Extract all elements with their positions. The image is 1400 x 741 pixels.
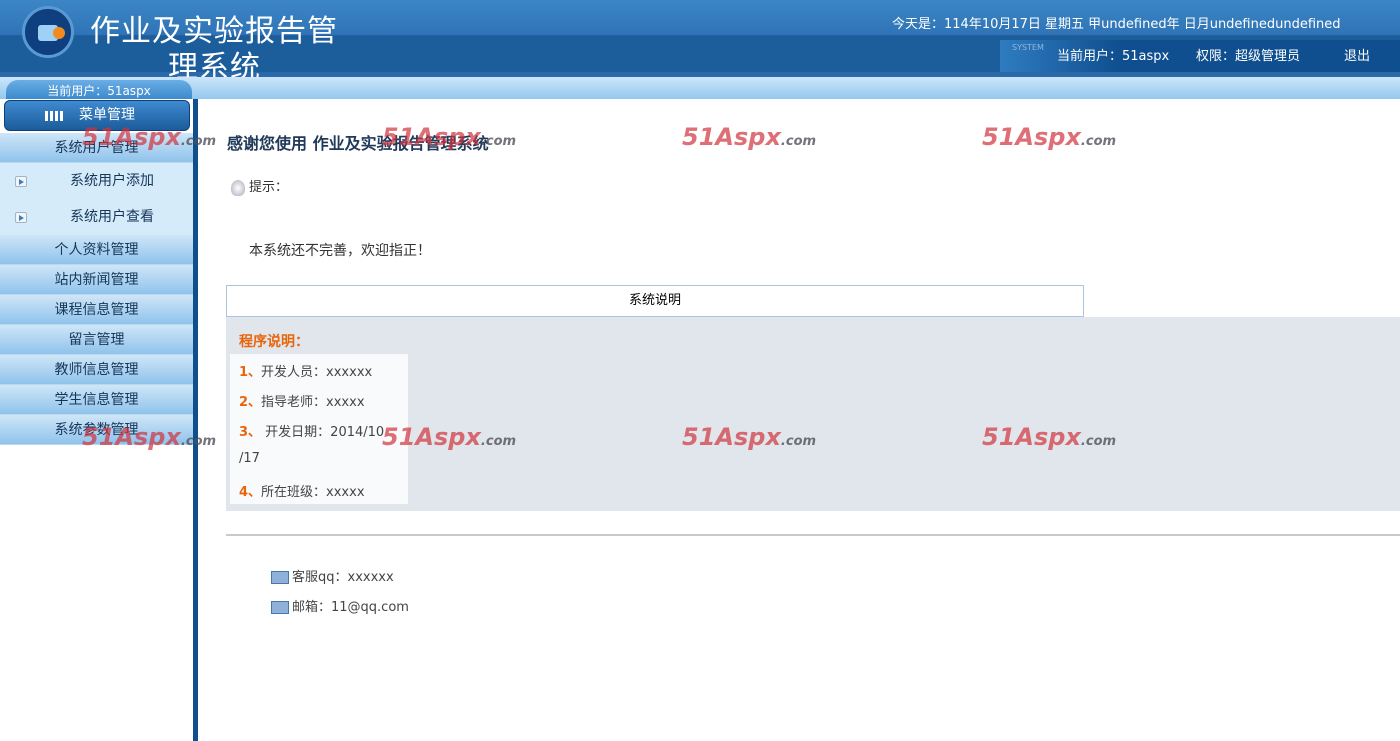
header: 作业及实验报告管 理系统 今天是：114年10月17日 星期五 甲undefin… <box>0 0 1400 85</box>
info-line: 2、指导老师：xxxxx <box>239 395 365 410</box>
watermark: 51Aspx.com <box>682 123 817 151</box>
arrow-right-icon <box>15 176 27 187</box>
divider <box>226 534 1400 536</box>
sidebar-item-course[interactable]: 课程信息管理 <box>0 295 193 325</box>
system-badge: SYSTEM <box>1012 43 1044 52</box>
logout-link[interactable]: 退出 <box>1344 45 1370 64</box>
mail-icon <box>271 571 289 584</box>
sidebar-item-profile[interactable]: 个人资料管理 <box>0 235 193 265</box>
sidebar-item-label: 系统用户查看 <box>70 209 154 225</box>
program-title: 程序说明： <box>239 334 309 350</box>
info-line: /17 <box>239 451 260 466</box>
sidebar-divider <box>193 99 198 741</box>
sidebar-item-news[interactable]: 站内新闻管理 <box>0 265 193 295</box>
tip: 提示： <box>231 176 288 196</box>
phone-icon <box>271 601 289 614</box>
sub-band <box>0 77 1400 99</box>
user-role: 权限：超级管理员 <box>1196 49 1301 64</box>
sidebar-item-user-add[interactable]: 系统用户添加 <box>0 163 193 199</box>
date-display: 今天是：114年10月17日 星期五 甲undefined年 日月undefin… <box>892 17 1341 32</box>
watermark: 51Aspx.com <box>982 423 1117 451</box>
sidebar-item-messages[interactable]: 留言管理 <box>0 325 193 355</box>
sidebar-item-user-view[interactable]: 系统用户查看 <box>0 199 193 235</box>
sidebar-item-label: 系统用户添加 <box>70 173 154 189</box>
watermark: 51Aspx.com <box>982 123 1117 151</box>
contact-qq: 客服qq：xxxxxx <box>271 566 394 585</box>
tip-label: 提示： <box>249 180 289 195</box>
contact-email: 邮箱：11@qq.com <box>271 596 409 615</box>
watermark: 51Aspx.com <box>82 123 217 151</box>
watermark: 51Aspx.com <box>382 423 517 451</box>
system-info-header: 系统说明 <box>226 285 1084 317</box>
info-line: 3、 开发日期：2014/10 <box>239 425 385 440</box>
sidebar-item-teachers[interactable]: 教师信息管理 <box>0 355 193 385</box>
logo-icon <box>22 6 74 58</box>
info-line: 4、所在班级：xxxxx <box>239 485 365 500</box>
user-bar: SYSTEM 当前用户：51aspx 权限：超级管理员 退出 <box>1000 40 1400 72</box>
notice-text: 本系统还不完善，欢迎指正！ <box>249 243 431 259</box>
watermark: 51Aspx.com <box>82 423 217 451</box>
watermark: 51Aspx.com <box>382 123 517 151</box>
grid-icon <box>45 111 63 121</box>
lightbulb-icon <box>231 179 245 196</box>
arrow-right-icon <box>15 212 27 223</box>
sidebar-item-students[interactable]: 学生信息管理 <box>0 385 193 415</box>
info-line: 1、开发人员：xxxxxx <box>239 365 373 380</box>
watermark: 51Aspx.com <box>682 423 817 451</box>
current-user: 当前用户：51aspx <box>1057 49 1170 64</box>
